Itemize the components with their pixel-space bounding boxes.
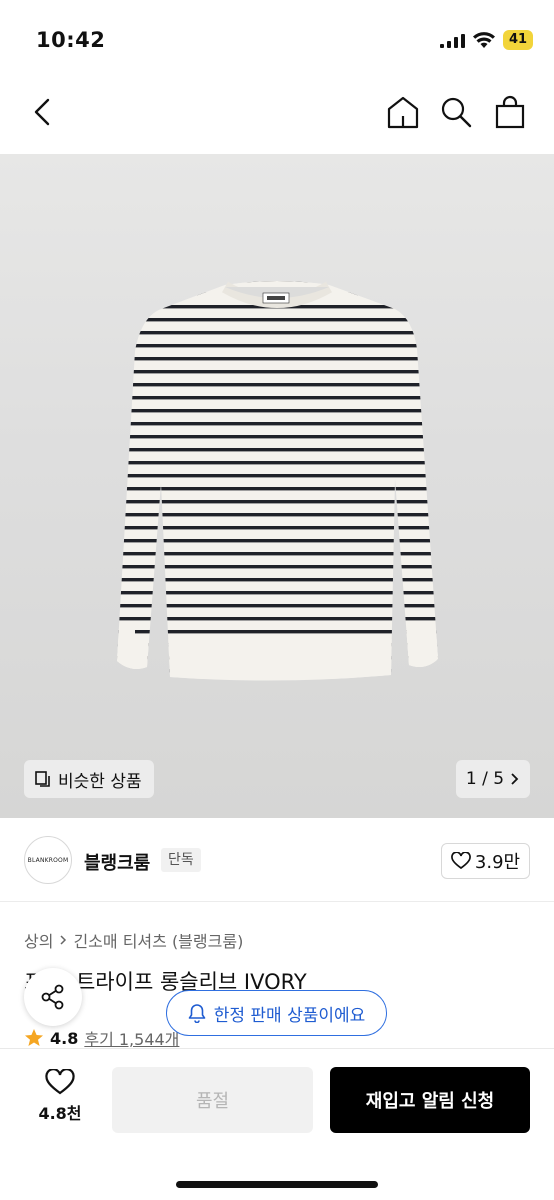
bell-icon	[188, 1004, 206, 1023]
wifi-icon	[473, 32, 495, 48]
home-indicator	[176, 1181, 378, 1188]
heart-icon	[451, 852, 471, 870]
breadcrumb-item-subcategory[interactable]: 긴소매 티셔츠 (블랭크룸)	[73, 928, 243, 952]
limited-sale-text: 한정 판매 상품이에요	[213, 1005, 366, 1026]
rating-row[interactable]: 4.8 후기 1,544개	[24, 1026, 179, 1050]
battery-indicator: 41	[503, 30, 533, 50]
brand-logo-text: BLANKROOM	[27, 856, 69, 864]
status-time: 10:42	[36, 28, 106, 52]
share-button[interactable]	[24, 968, 82, 1026]
brand-logo[interactable]: BLANKROOM	[24, 836, 72, 884]
signal-icon	[440, 34, 465, 48]
search-icon[interactable]	[438, 94, 474, 130]
shopping-bag-icon[interactable]	[492, 94, 528, 130]
top-nav	[0, 70, 554, 154]
brand-name[interactable]: 블랭크룸	[84, 849, 150, 875]
similar-products-label: 비슷한 상품	[58, 771, 142, 792]
star-icon	[25, 1029, 43, 1046]
exclusive-badge: 단독	[161, 848, 201, 872]
review-count-link[interactable]: 후기 1,544개	[84, 1026, 179, 1050]
status-bar: 10:42 41	[0, 0, 554, 70]
brand-row: BLANKROOM 블랭크룸 단독 3.9만	[0, 818, 554, 902]
copy-icon	[35, 771, 50, 787]
home-icon[interactable]	[385, 94, 421, 130]
breadcrumb: 상의 긴소매 티셔츠 (블랭크룸)	[24, 928, 243, 952]
chevron-left-icon[interactable]	[28, 94, 56, 130]
bottom-action-bar: 4.8천 품절 재입고 알림 신청	[0, 1048, 554, 1200]
product-image[interactable]: 비슷한 상품 1 / 5	[0, 154, 554, 818]
breadcrumb-item-category[interactable]: 상의	[24, 928, 53, 952]
limited-sale-notice: 한정 판매 상품이에요	[166, 990, 387, 1036]
chevron-right-icon	[511, 773, 519, 785]
wishlist-count: 4.8천	[38, 1104, 82, 1123]
rating-score: 4.8	[50, 1028, 79, 1048]
heart-icon	[45, 1069, 75, 1095]
restock-alert-button[interactable]: 재입고 알림 신청	[330, 1067, 530, 1133]
share-icon	[41, 984, 64, 1010]
image-pager[interactable]: 1 / 5	[456, 760, 530, 798]
soldout-button: 품절	[112, 1067, 313, 1133]
pager-text: 1 / 5	[465, 769, 505, 789]
brand-like-count: 3.9만	[474, 852, 521, 873]
chevron-right-icon	[60, 935, 67, 945]
brand-like-button[interactable]: 3.9만	[441, 843, 530, 879]
wishlist-button[interactable]: 4.8천	[34, 1069, 86, 1124]
striped-shirt-image	[117, 281, 438, 681]
similar-products-button[interactable]: 비슷한 상품	[24, 760, 154, 798]
